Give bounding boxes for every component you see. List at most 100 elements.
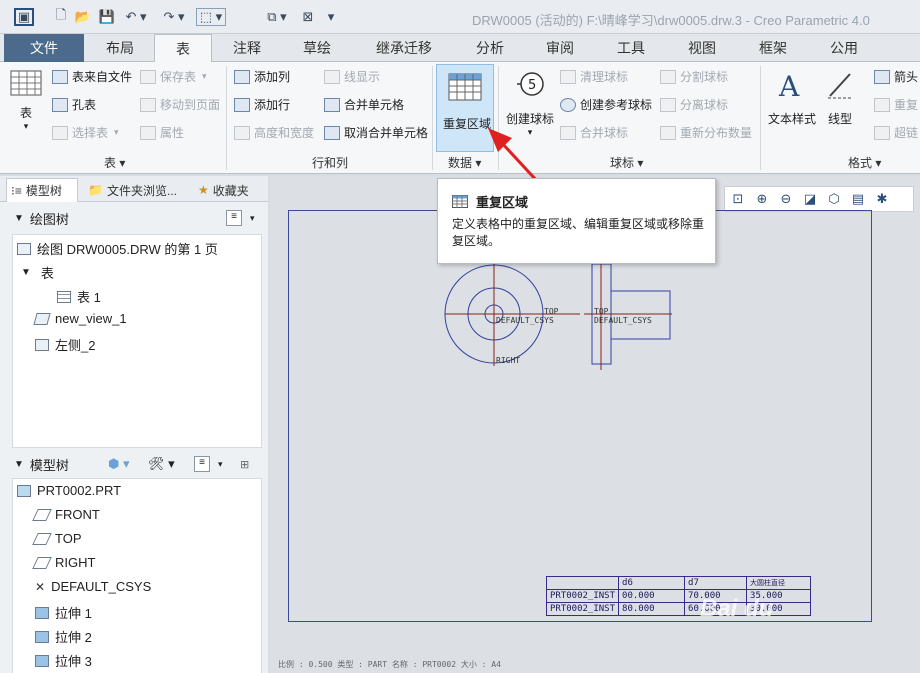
refit-icon[interactable]: ⊡ [729,190,747,208]
tree-node-new-view-1[interactable]: new_view_1 [33,311,127,326]
tree-settings-icon[interactable]: ≡ [194,456,210,472]
repeat-format-button[interactable]: 重复 [874,96,918,113]
detach-balloon-button[interactable]: 分离球标 [660,96,728,113]
tree-node-table-1[interactable]: 表 1 [57,287,101,306]
table-button[interactable]: 表 ▾ [8,70,44,132]
create-balloon-button[interactable]: 5 创建球标 ▾ [502,70,558,138]
open-folder-icon[interactable]: 📂 [74,8,92,26]
hole-table-button[interactable]: 孔表 [52,96,96,113]
split-balloon-button[interactable]: 分割球标 [660,68,728,85]
tab-analysis[interactable]: 分析 [456,34,524,62]
tree-node-drawing-sheet[interactable]: 绘图 DRW0005.DRW 的第 1 页 [17,239,218,258]
table-cell[interactable]: d7 [684,576,748,590]
expand-icon[interactable]: ▼ [21,267,31,278]
tab-view[interactable]: 视图 [668,34,736,62]
tree-node-part[interactable]: PRT0002.PRT [17,483,121,498]
projection-view-icon [35,338,49,351]
properties-button[interactable]: 属性 [140,124,184,141]
split-balloon-icon [660,69,676,84]
tab-favorites[interactable]: ★ 收藏夹 [194,178,262,202]
tree-settings-icon[interactable]: ≡ [226,210,242,226]
table-cell[interactable]: 00.000 [618,589,686,603]
collapse-icon[interactable]: ▼ [14,459,24,470]
tab-file[interactable]: 文件 [4,34,84,62]
select-table-button[interactable]: 选择表 ▾ [52,124,119,141]
add-column-button[interactable]: 添加列 [234,68,290,85]
tree-node-top[interactable]: TOP [32,531,82,546]
sheet-display-icon[interactable]: ▤ [849,190,867,208]
tree-node-extrude-2[interactable]: 拉伸 2 [35,627,92,646]
select-box-icon[interactable]: ⬚ ▾ [196,8,226,26]
redo-icon[interactable]: ↷ ▾ [160,8,188,26]
tree-node-tables[interactable]: ▼ 表 [21,263,54,282]
add-row-button[interactable]: 添加行 [234,96,290,113]
repaint-icon[interactable]: ◪ [801,190,819,208]
tab-review[interactable]: 审阅 [526,34,594,62]
text-style-button[interactable]: A 文本样式 [764,70,820,127]
tree-node-extrude-1[interactable]: 拉伸 1 [35,603,92,622]
tab-frame[interactable]: 框架 [738,34,808,62]
collapse-icon[interactable]: ▼ [14,213,24,224]
table-cell[interactable]: 80.000 [618,602,686,616]
height-width-button[interactable]: 高度和宽度 [234,124,314,141]
undo-icon[interactable]: ↶ ▾ [122,8,150,26]
add-column-label: 添加列 [254,70,291,84]
create-ref-balloon-button[interactable]: 创建参考球标 [560,96,652,113]
table-cell[interactable]: PRT0002_INST [545,602,620,616]
tab-layout[interactable]: 布局 [86,34,154,62]
regenerate-icon[interactable]: ⧉ ▾ [262,8,292,26]
save-table-button[interactable]: 保存表 ▾ [140,68,207,85]
merge-cells-button[interactable]: 合并单元格 [324,96,404,113]
new-file-icon[interactable]: 🗋 [52,7,70,26]
zoom-in-icon[interactable]: ⊕ [753,190,771,208]
tree-node-left-2[interactable]: 左侧_2 [35,335,95,354]
chevron-down-icon[interactable]: ▾ [218,459,223,470]
tab-model-tree-label: 模型树 [25,184,62,198]
tab-tools[interactable]: 工具 [596,34,666,62]
drawing-status: 比例 : 0.500 类型 : PART 名称 : PRT0002 大小 : A… [278,660,501,669]
line-style-button[interactable]: 线型 [822,70,858,127]
line-display-button[interactable]: 线显示 [324,68,380,85]
tree-node-default-csys[interactable]: ✕ DEFAULT_CSYS [35,579,151,594]
repeat-region-button[interactable]: 重复区域 [436,64,494,152]
redistribute-qty-button[interactable]: 重新分布数量 [660,124,752,141]
table-from-file-button[interactable]: 表来自文件 [52,68,132,85]
chevron-down-icon[interactable]: ▾ [250,213,255,224]
tab-folder-browser[interactable]: 📁 文件夹浏览... [84,178,186,202]
tab-model-tree[interactable]: ⁝≡ 模型树 [6,178,78,202]
balloon-group-label[interactable]: 球标 ▾ [610,154,643,171]
save-icon[interactable]: 💾 [98,8,116,26]
merge-balloons-button[interactable]: 合并球标 [560,124,628,141]
tools-icon[interactable]: 🛠 ▾ [148,456,175,472]
tab-common[interactable]: 公用 [810,34,878,62]
app-icon[interactable]: ▣ [14,8,34,26]
datum-plane-icon [32,508,52,521]
tree-node-front[interactable]: FRONT [32,507,100,522]
tree-node-right[interactable]: RIGHT [32,555,95,570]
tab-sketch[interactable]: 草绘 [282,34,352,62]
datum-display-icon[interactable]: ✱ [873,190,891,208]
display-style-icon[interactable]: ⬡ [825,190,843,208]
tab-legacy-migration[interactable]: 继承迁移 [354,34,454,62]
format-group-label[interactable]: 格式 ▾ [848,154,881,171]
table-cell[interactable]: 大圆柱直径 [746,576,812,590]
close-window-icon[interactable]: ⊠ [300,8,316,26]
zoom-out-icon[interactable]: ⊖ [777,190,795,208]
unmerge-cells-button[interactable]: 取消合并单元格 [324,124,428,141]
customize-toolbar-icon[interactable]: ▾ [324,8,338,26]
part-filter-icon[interactable]: ⬢ ▾ [108,456,130,472]
move-to-page-button[interactable]: 移动到页面 [140,96,220,113]
table-cell[interactable]: PRT0002_INST [545,589,620,603]
data-group-label[interactable]: 数据 ▾ [448,154,481,171]
tab-annotate[interactable]: 注释 [214,34,280,62]
tab-table[interactable]: 表 [154,34,212,63]
table-cell[interactable] [545,576,620,590]
tree-node-extrude-3[interactable]: 拉伸 3 [35,651,92,670]
tooltip: 重复区域 定义表格中的重复区域、编辑重复区域或移除重复区域。 [437,178,716,264]
table-group-label[interactable]: 表 ▾ [104,154,125,171]
hyperlink-button[interactable]: 超链 [874,124,918,141]
arrow-button[interactable]: 箭头 [874,68,918,85]
table-cell[interactable]: d6 [618,576,686,590]
filter-icon[interactable]: ⊞ [240,458,249,471]
clean-balloons-button[interactable]: 清理球标 [560,68,628,85]
